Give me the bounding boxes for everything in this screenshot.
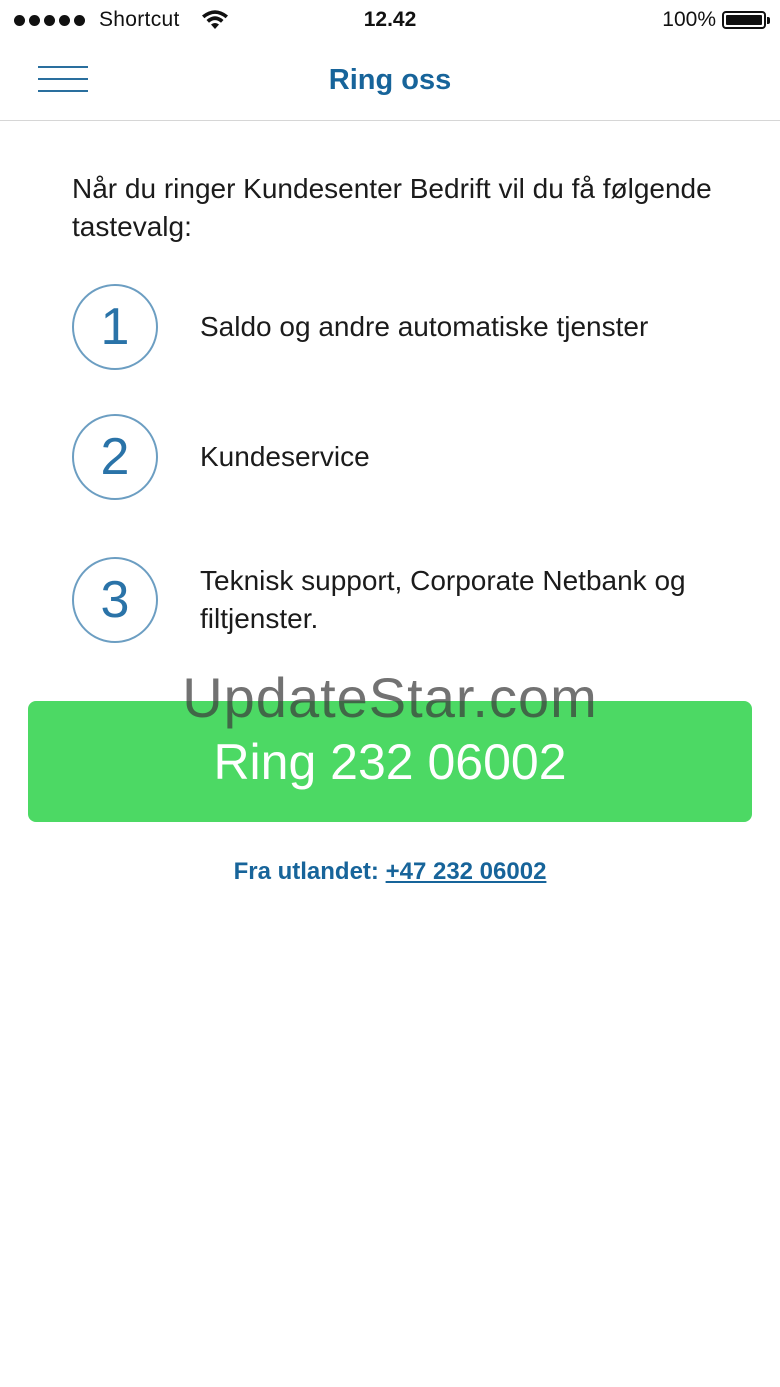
abroad-phone-link[interactable]: +47 232 06002 <box>386 858 547 885</box>
option-label: Saldo og andre automatiske tjenster <box>200 311 649 342</box>
option-item-3: 3 Teknisk support, Corporate Netbank og … <box>72 557 752 643</box>
intro-text: Når du ringer Kundesenter Bedrift vil du… <box>72 173 712 242</box>
nav-bar: Ring oss <box>0 42 780 121</box>
status-right: 100% <box>662 8 770 32</box>
battery-tip <box>767 17 770 24</box>
option-label: Kundeservice <box>200 441 370 472</box>
abroad-line: Fra utlandet: +47 232 06002 <box>0 858 780 886</box>
abroad-prefix: Fra utlandet: <box>233 858 386 885</box>
option-label: Teknisk support, Corporate Netbank og fi… <box>200 565 686 634</box>
option-number-circle: 2 <box>72 414 158 500</box>
battery-percent: 100% <box>662 8 716 31</box>
option-item-1: 1 Saldo og andre automatiske tjenster <box>72 284 752 370</box>
call-button[interactable]: Ring 232 06002 <box>28 701 752 822</box>
status-bar: Shortcut 12.42 100% <box>0 0 780 42</box>
ring-oss-screen: Shortcut 12.42 100% Ring oss Når du ring… <box>0 0 780 1387</box>
option-number-circle: 1 <box>72 284 158 370</box>
battery-fill <box>726 15 762 25</box>
option-number-circle: 3 <box>72 557 158 643</box>
page-title: Ring oss <box>328 64 452 96</box>
option-item-2: 2 Kundeservice <box>72 414 752 500</box>
battery-icon <box>722 11 770 29</box>
